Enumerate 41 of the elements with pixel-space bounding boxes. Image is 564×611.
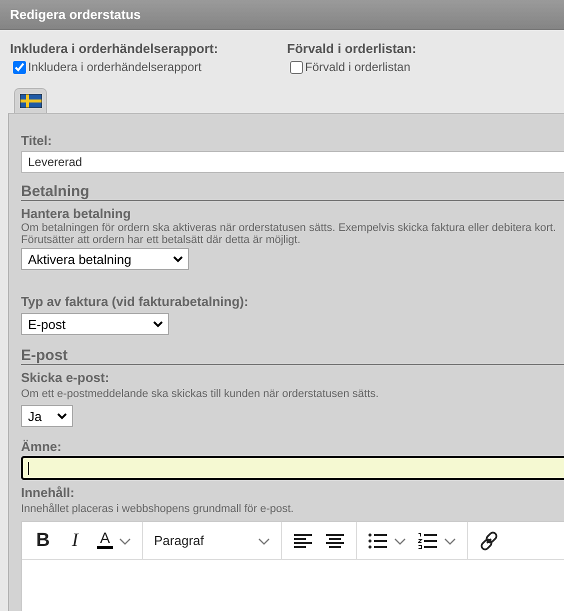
field-label: Skicka e-post: (21, 370, 110, 385)
dropdown[interactable]: Aktivera betalning (21, 248, 189, 270)
italic-button[interactable]: I (65, 530, 85, 552)
checkbox-label: Inkludera i orderhändelserapport (28, 60, 202, 74)
field-label: Innehåll: (21, 485, 76, 500)
text-color-button[interactable]: A (97, 532, 113, 549)
checkbox[interactable] (290, 60, 303, 74)
window-title: Redigera orderstatus (10, 7, 141, 22)
align-left-icon (293, 532, 313, 548)
option-heading: Inkludera i orderhändelserapport: (10, 41, 220, 56)
title-field[interactable]: Levererad (21, 151, 564, 173)
checkbox[interactable] (13, 60, 26, 74)
chevron-down-icon (172, 254, 184, 264)
flag-icon (20, 94, 42, 108)
chevron-down-icon (444, 536, 456, 546)
bullet-list-icon (368, 532, 388, 548)
option-heading: Förvald i orderlistan: (287, 41, 418, 56)
bold-button[interactable]: B (33, 530, 53, 552)
chevron-down-icon (56, 411, 68, 421)
field-label: Titel: (21, 133, 53, 148)
dropdown[interactable]: E-post (21, 313, 169, 335)
dropdown[interactable]: Ja (21, 405, 73, 427)
block-format-dropdown[interactable]: Paragraf (154, 533, 204, 548)
align-center-icon (325, 532, 345, 548)
section-heading: Betalning (21, 183, 564, 201)
help-text: Innehållet placeras i webbshopens grundmall för e-post. (21, 503, 295, 516)
checkbox-label: Förvald i orderlistan (305, 60, 410, 74)
section-heading: E-post (21, 347, 564, 365)
numbered-list-icon (418, 532, 438, 548)
chevron-down-icon (258, 536, 270, 546)
chevron-down-icon (152, 319, 164, 329)
chevron-down-icon (394, 536, 406, 546)
language-tab[interactable] (14, 88, 47, 113)
chevron-down-icon (119, 536, 131, 546)
subject-field[interactable] (21, 456, 564, 480)
help-text: Om ett e-postmeddelande ska skickas till kunden när orderstatusen sätts. (21, 388, 380, 401)
field-label: Ämne: (21, 439, 62, 454)
help-text: Om betalningen för ordern ska aktiveras när orderstatusen sätts. Exempelvis skicka faktura eller debitera kort. Förutsätter att ordern har ett betalsätt där detta är möjligt. (21, 222, 557, 246)
link-icon (479, 530, 499, 550)
field-label: Hantera betalning (21, 206, 132, 221)
field-label: Typ av faktura (vid fakturabetalning): (21, 294, 250, 309)
